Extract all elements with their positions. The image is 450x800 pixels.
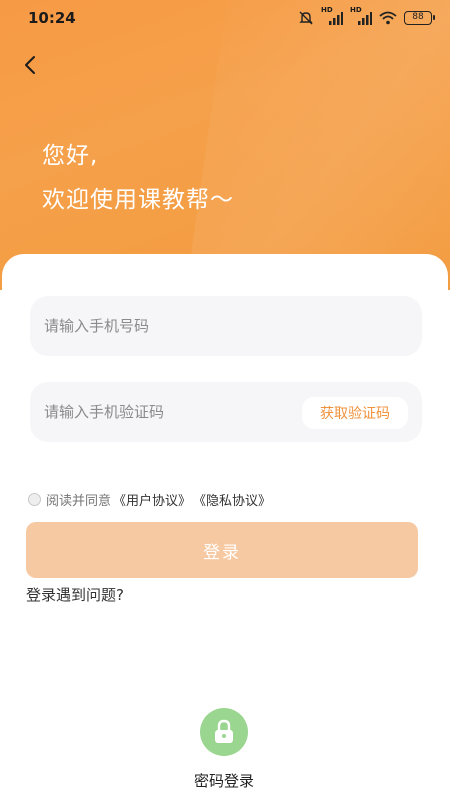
password-login-label: 密码登录 xyxy=(193,772,254,790)
login-help-link[interactable]: 登录遇到问题? xyxy=(26,584,124,605)
signal-icon-2: HD xyxy=(350,6,372,26)
status-bar: 10:24 HD HD 88 xyxy=(0,0,450,34)
password-login-button[interactable]: 密码登录 xyxy=(186,708,262,791)
wifi-icon xyxy=(379,11,397,25)
agreement-row: 阅读并同意 《用户协议》 《隐私协议》 xyxy=(28,490,271,509)
signal-icon-1: HD xyxy=(321,6,343,26)
phone-field xyxy=(30,296,422,356)
user-agreement-link[interactable]: 《用户协议》 xyxy=(113,490,191,509)
verification-code-input[interactable] xyxy=(44,382,284,442)
back-chevron-icon[interactable] xyxy=(20,54,42,76)
battery-icon: 88 xyxy=(404,11,435,25)
agreement-radio[interactable] xyxy=(28,493,41,506)
login-button[interactable]: 登录 xyxy=(26,522,418,578)
greeting: 您好, 欢迎使用课教帮～ xyxy=(42,134,234,222)
lock-icon[interactable] xyxy=(200,708,248,756)
greeting-line-1: 您好, xyxy=(42,143,99,169)
get-code-button[interactable]: 获取验证码 xyxy=(302,397,408,429)
agreement-prefix: 阅读并同意 xyxy=(46,494,112,509)
mute-icon xyxy=(299,11,313,25)
header-banner: 10:24 HD HD 88 您好, 欢迎使用课教帮～ xyxy=(0,0,450,290)
status-time: 10:24 xyxy=(28,9,76,27)
privacy-agreement-link[interactable]: 《隐私协议》 xyxy=(193,490,271,509)
status-icons: HD HD 88 xyxy=(298,6,435,26)
phone-input[interactable] xyxy=(44,296,284,356)
code-field: 获取验证码 xyxy=(30,382,422,442)
greeting-line-2: 欢迎使用课教帮～ xyxy=(42,187,234,213)
